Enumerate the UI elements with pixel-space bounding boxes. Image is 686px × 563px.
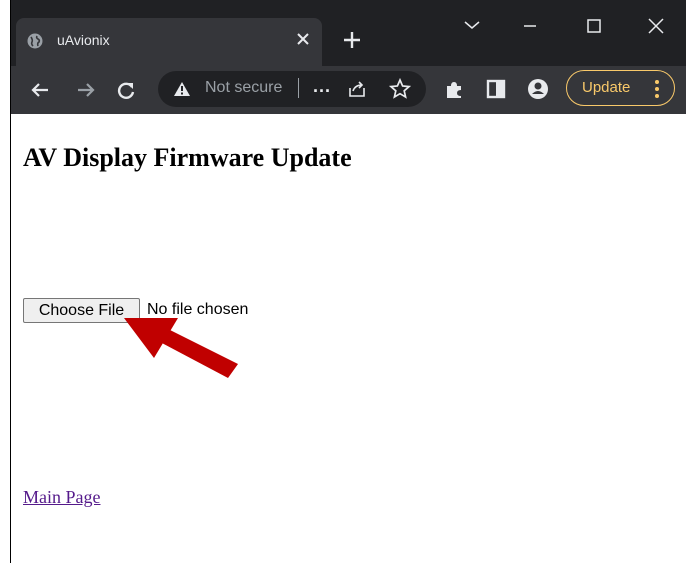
- close-window-icon[interactable]: [642, 12, 670, 40]
- screenshot-frame: uAvionix Not secure ... Update AV Displa…: [0, 0, 686, 563]
- address-bar[interactable]: [158, 71, 426, 107]
- url-truncated[interactable]: ...: [313, 76, 331, 97]
- maximize-icon[interactable]: [580, 12, 608, 40]
- globe-icon: [27, 33, 43, 49]
- back-arrow-icon[interactable]: [28, 78, 52, 102]
- minimize-icon[interactable]: [516, 12, 544, 40]
- tab-search-chevron-icon[interactable]: [458, 12, 486, 40]
- update-button-label[interactable]: Update: [582, 79, 630, 96]
- security-status-text[interactable]: Not secure: [205, 79, 289, 97]
- kebab-menu-icon[interactable]: [651, 78, 663, 100]
- profile-icon[interactable]: [527, 78, 549, 100]
- tab-title: uAvionix: [57, 32, 110, 48]
- forward-arrow-icon[interactable]: [74, 78, 98, 102]
- puzzle-icon[interactable]: [443, 78, 465, 100]
- red-arrow-icon: [124, 318, 238, 378]
- main-page-link[interactable]: Main Page: [23, 487, 100, 508]
- page-title: AV Display Firmware Update: [23, 143, 352, 172]
- star-icon[interactable]: [389, 78, 411, 100]
- plus-icon[interactable]: [340, 28, 364, 52]
- share-icon[interactable]: [346, 78, 368, 100]
- reload-icon[interactable]: [114, 78, 138, 102]
- address-divider: [298, 78, 299, 98]
- close-icon[interactable]: [294, 30, 312, 48]
- side-panel-icon[interactable]: [485, 78, 507, 100]
- warning-triangle-icon[interactable]: [173, 81, 191, 97]
